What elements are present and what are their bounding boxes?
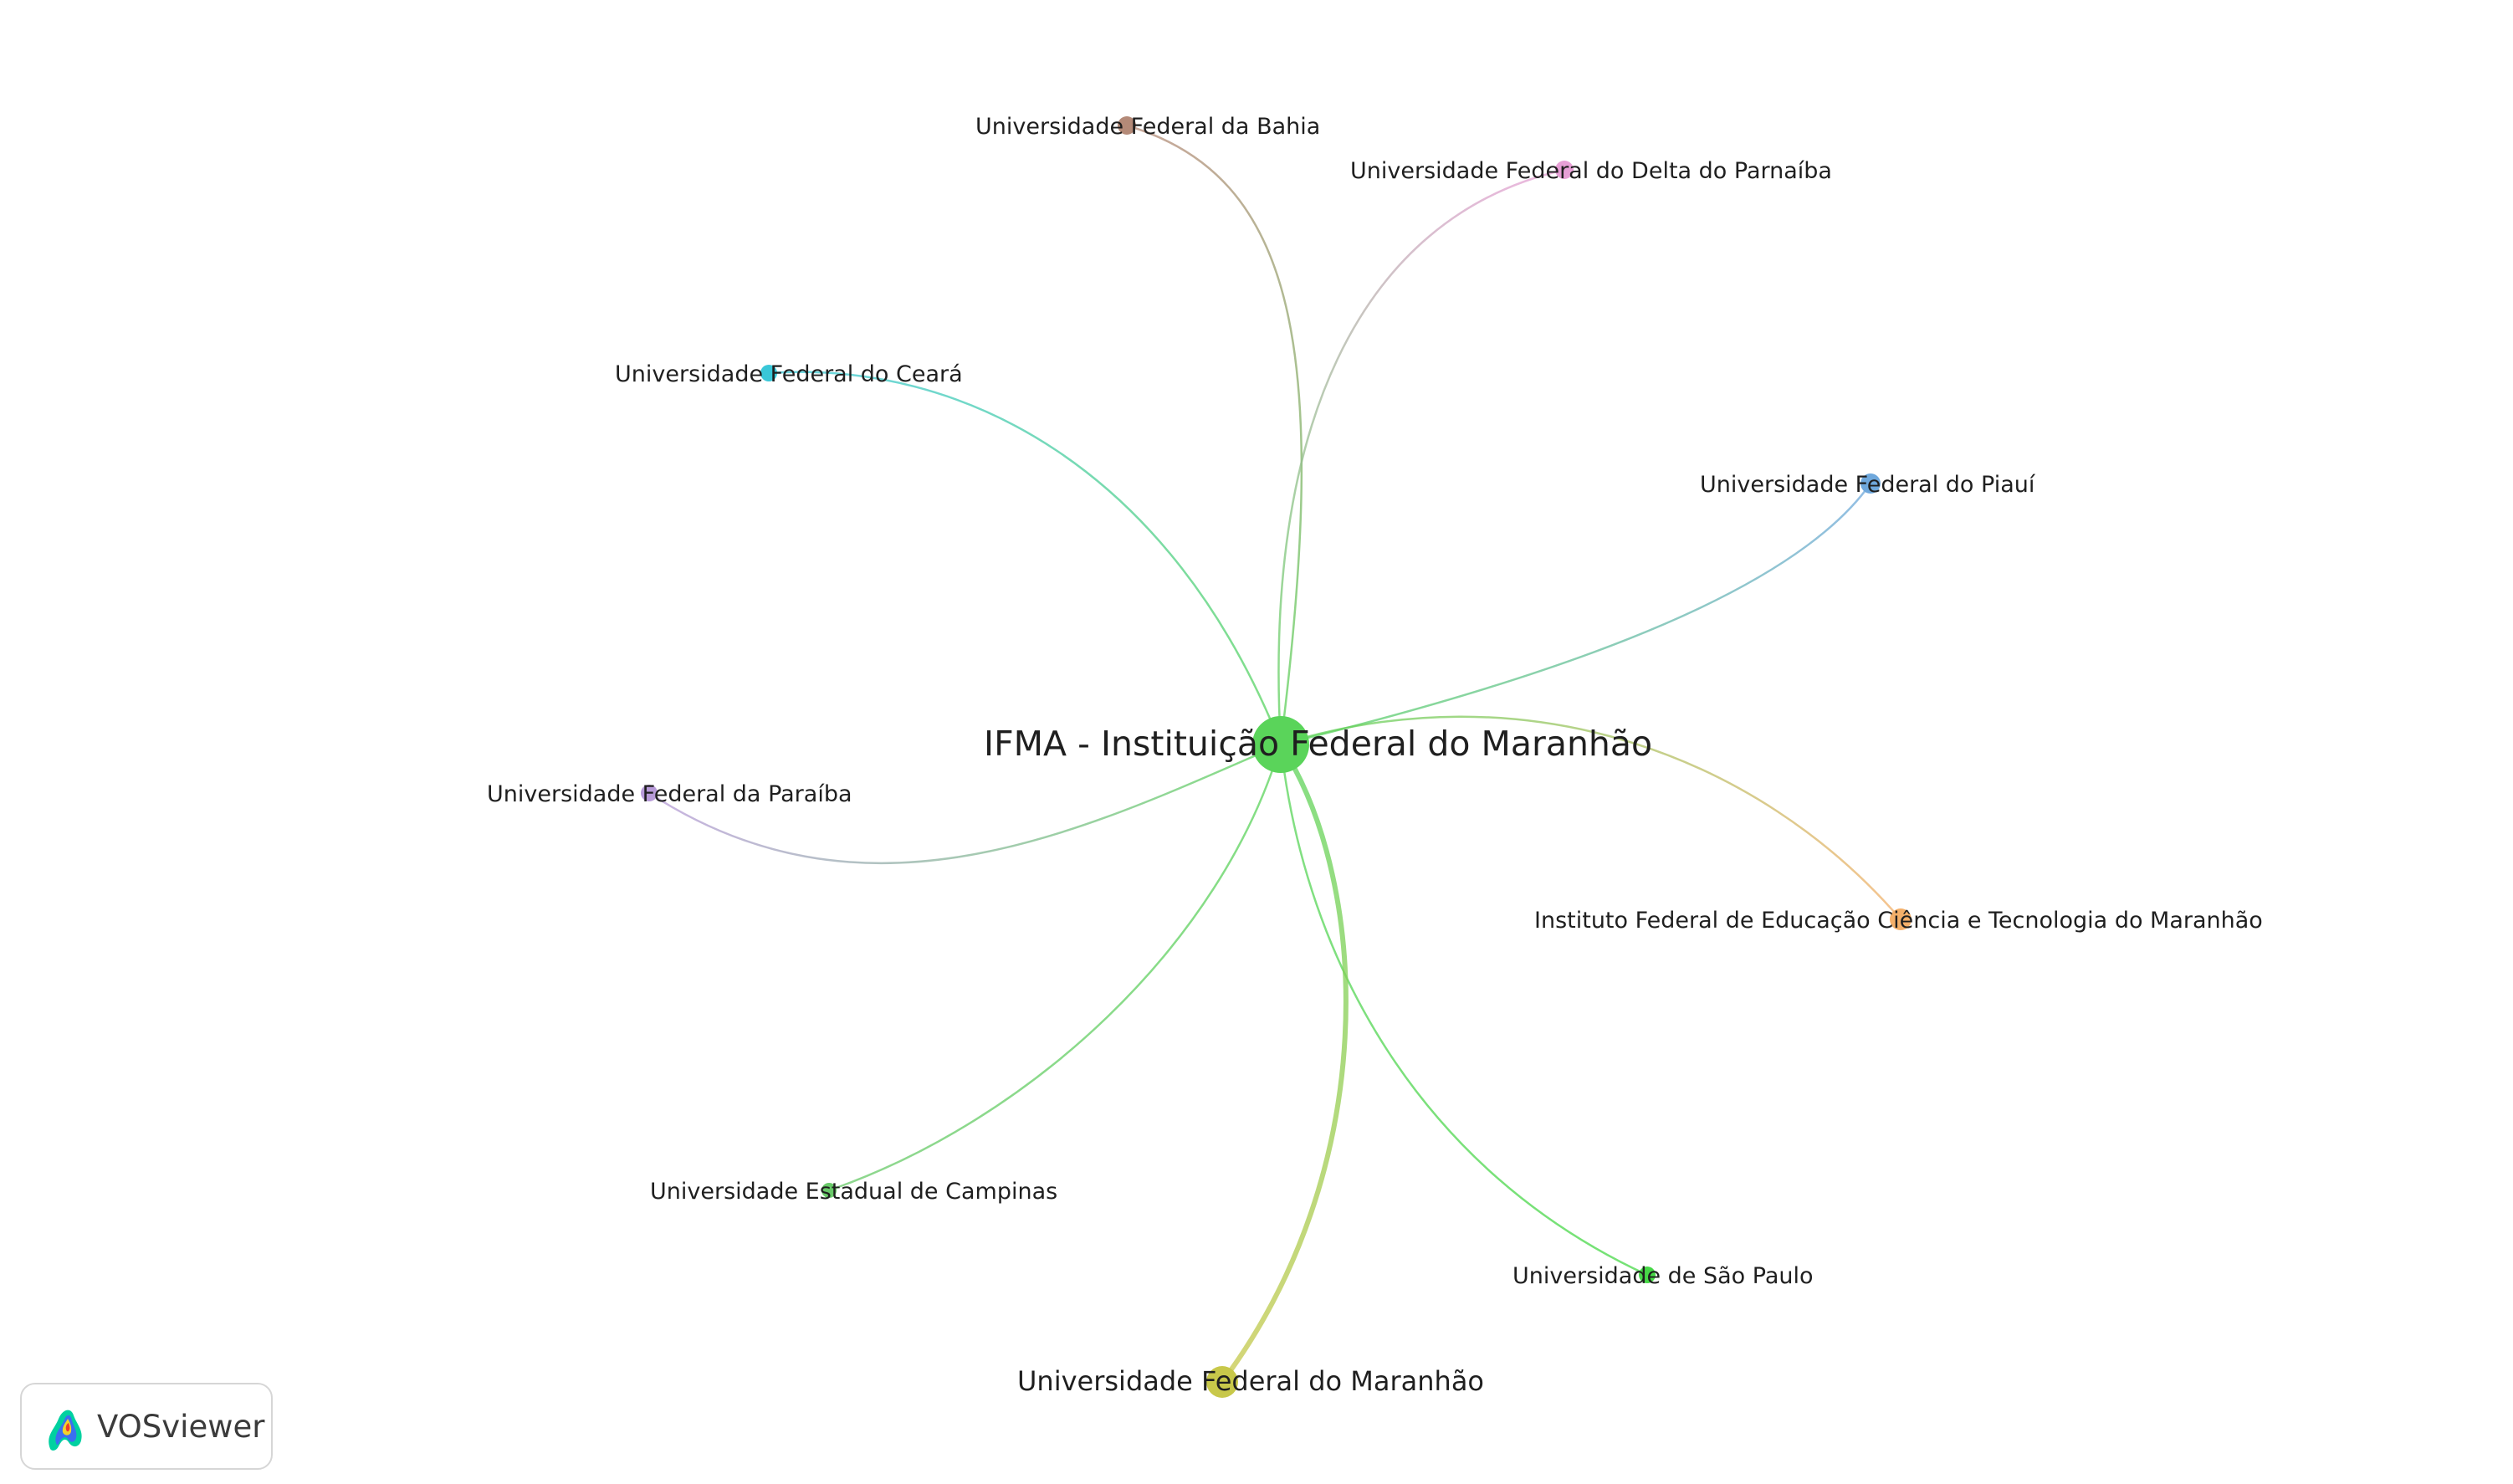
vosviewer-logo: VOSviewer bbox=[20, 1383, 273, 1470]
label-ufpb[interactable]: Universidade Federal da Paraíba bbox=[487, 781, 852, 807]
link-ufba bbox=[1126, 124, 1303, 745]
label-ufdpar[interactable]: Universidade Federal do Delta do Parnaíb… bbox=[1350, 158, 1832, 184]
link-unicamp bbox=[828, 744, 1282, 1192]
link-ufdpar bbox=[1277, 168, 1565, 745]
link-ufpi bbox=[1280, 483, 1872, 746]
brand-name: VOSviewer bbox=[97, 1408, 265, 1445]
label-center[interactable]: IFMA - Instituição Federal do Maranhão bbox=[984, 724, 1652, 764]
label-ufc[interactable]: Universidade Federal do Ceará bbox=[615, 361, 963, 387]
label-ufpi[interactable]: Universidade Federal do Piauí bbox=[1700, 472, 2036, 498]
link-ufc bbox=[768, 371, 1282, 745]
link-usp bbox=[1279, 744, 1648, 1277]
network-labels: Universidade Federal da Bahia Universidad… bbox=[487, 114, 2263, 1397]
vosviewer-logo-icon bbox=[49, 1410, 82, 1451]
label-usp[interactable]: Universidade de São Paulo bbox=[1512, 1263, 1814, 1289]
label-ufba[interactable]: Universidade Federal da Bahia bbox=[975, 114, 1320, 140]
label-unicamp[interactable]: Universidade Estadual de Campinas bbox=[650, 1179, 1057, 1205]
label-ufma[interactable]: Universidade Federal do Maranhão bbox=[1017, 1365, 1484, 1397]
network-map: Universidade Federal da Bahia Universidad… bbox=[487, 114, 2263, 1398]
label-ifma-edu[interactable]: Instituto Federal de Educação Ciência e … bbox=[1534, 908, 2263, 934]
